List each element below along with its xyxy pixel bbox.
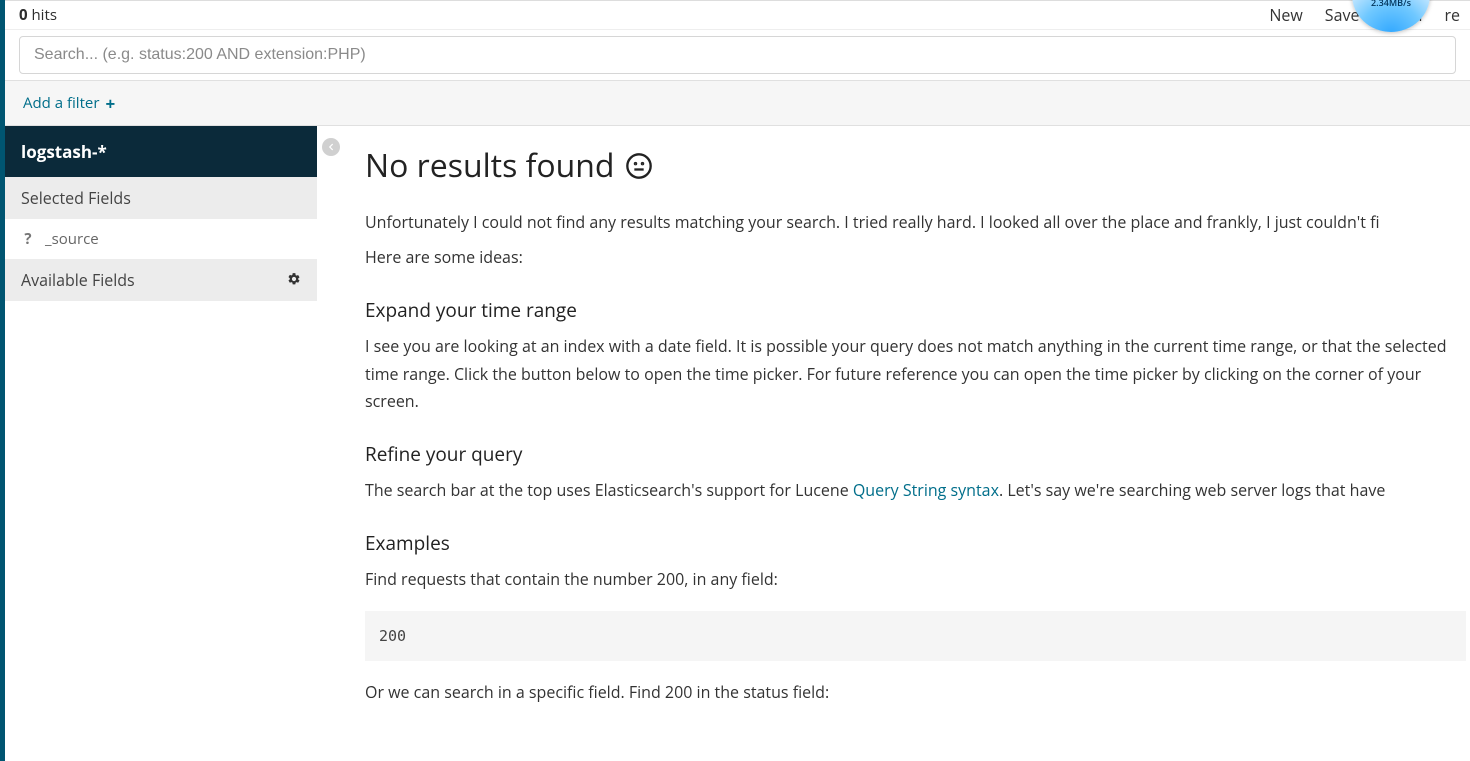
top-bar: 0 hits New Save Open re: [5, 0, 1470, 30]
search-input[interactable]: [19, 36, 1456, 74]
sidebar-collapse-column: [317, 126, 345, 755]
field-name: _source: [45, 229, 99, 249]
example-1-code: 200: [365, 611, 1466, 661]
refine-query-heading: Refine your query: [365, 441, 1466, 467]
index-pattern-selector[interactable]: logstash-*: [5, 126, 317, 177]
query-string-syntax-link[interactable]: Query String syntax: [853, 479, 999, 501]
selected-fields-header: Selected Fields: [5, 177, 317, 219]
refine-pre: The search bar at the top uses Elasticse…: [365, 479, 853, 501]
intro-text-line2: Here are some ideas:: [365, 244, 1466, 271]
open-button[interactable]: Open: [1381, 4, 1422, 26]
plus-icon: +: [106, 95, 116, 112]
expand-time-text: I see you are looking at an index with a…: [365, 333, 1466, 415]
no-results-heading: No results found: [365, 144, 1466, 187]
top-actions: New Save Open re: [1269, 4, 1460, 26]
available-fields-header: Available Fields: [5, 259, 317, 301]
examples-heading: Examples: [365, 530, 1466, 556]
hits-counter: 0 hits: [19, 5, 57, 25]
search-row: [5, 30, 1470, 80]
collapse-sidebar-button[interactable]: [322, 138, 340, 156]
filter-bar: Add a filter +: [5, 80, 1470, 126]
selected-fields-title: Selected Fields: [21, 187, 131, 209]
new-button[interactable]: New: [1269, 4, 1302, 26]
gear-icon[interactable]: [287, 269, 301, 291]
no-results-title: No results found: [365, 144, 614, 187]
hits-count: 0: [19, 5, 28, 25]
add-filter-label: Add a filter: [23, 93, 100, 113]
meh-face-icon: [624, 151, 654, 181]
chevron-left-icon: [326, 142, 336, 152]
add-filter-button[interactable]: Add a filter +: [23, 93, 115, 113]
refine-post: . Let's say we're searching web server l…: [999, 479, 1385, 501]
example-1-text: Find requests that contain the number 20…: [365, 566, 1466, 593]
save-button[interactable]: Save: [1325, 4, 1360, 26]
intro-text-line1: Unfortunately I could not find any resul…: [365, 209, 1466, 236]
expand-time-heading: Expand your time range: [365, 297, 1466, 323]
share-button-partial[interactable]: re: [1444, 4, 1460, 26]
results-panel: No results found Unfortunately I could n…: [345, 126, 1470, 755]
example-2-text: Or we can search in a specific field. Fi…: [365, 679, 1466, 706]
field-type-icon: ?: [21, 229, 35, 249]
refine-query-text: The search bar at the top uses Elasticse…: [365, 477, 1466, 504]
fields-sidebar: logstash-* Selected Fields ? _source Ava…: [5, 126, 317, 755]
hits-label: hits: [31, 5, 56, 25]
selected-field-item[interactable]: ? _source: [5, 219, 317, 259]
available-fields-title: Available Fields: [21, 269, 135, 291]
